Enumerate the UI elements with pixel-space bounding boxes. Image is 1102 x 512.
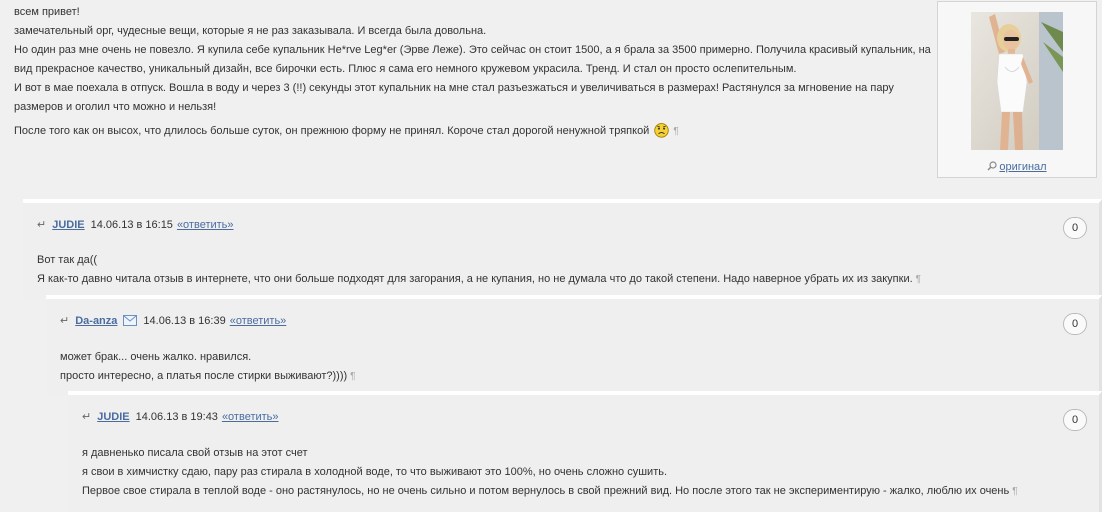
comment: ↵ Da-anza 14.06.13 в 16:39 «ответить» 0 мож… [46, 295, 1102, 395]
comment-line-last: просто интересно, а платья после стирки … [60, 367, 356, 386]
post-line: Но один раз мне очень не повезло. Я купи… [14, 44, 931, 56]
comment-line-text: Я как-то давно читала отзыв в интернете,… [37, 273, 913, 285]
comment-body: я давненько писала свой отзыв на этот сч… [82, 444, 1018, 501]
original-link[interactable]: оригинал [999, 161, 1046, 173]
post-line-last: После того как он высох, что длилось бол… [14, 121, 934, 141]
pilcrow-mark: ¶ [1012, 486, 1018, 497]
pilcrow-mark: ¶ [350, 371, 356, 382]
comment-line: Вот так да(( [37, 254, 98, 266]
comment-header: ↵ Da-anza 14.06.13 в 16:39 «ответить» [60, 314, 286, 327]
comment: ↵ JUDIE 14.06.13 в 16:15 «ответить» 0 Вот т… [23, 199, 1102, 299]
comment-line-text: Первое свое стирала в теплой воде - оно … [82, 485, 1010, 497]
comment-author[interactable]: Da-anza [75, 315, 117, 327]
comment-header: ↵ JUDIE 14.06.13 в 16:15 «ответить» [37, 218, 234, 231]
pilcrow-mark: ¶ [915, 274, 922, 285]
swimsuit-photo[interactable] [971, 12, 1063, 150]
post-line: замечательный орг, чудесные вещи, которы… [14, 25, 487, 37]
comment-date: 14.06.13 в 16:15 [90, 219, 173, 231]
comment: ↵ JUDIE 14.06.13 в 19:43 «ответить» 0 я дав… [68, 391, 1102, 512]
post-line: вид прекрасное качество, уникальный диза… [14, 63, 797, 75]
reply-button[interactable]: «ответить» [230, 315, 287, 327]
comment-rating[interactable]: 0 [1063, 313, 1087, 335]
comment-line: я свои в химчистку сдаю, пару раз стирал… [82, 466, 668, 478]
comment-line-last: Первое свое стирала в теплой воде - оно … [82, 482, 1018, 501]
magnifier-icon [987, 161, 998, 171]
reply-button[interactable]: «ответить» [222, 411, 279, 423]
comment-line-last: Я как-то давно читала отзыв в интернете,… [37, 270, 921, 289]
comment-rating[interactable]: 0 [1063, 409, 1087, 431]
post-greeting: всем привет! [14, 6, 80, 18]
reply-button[interactable]: «ответить» [177, 219, 234, 231]
page: всем привет! замечательный орг, чудесные… [0, 0, 1102, 512]
photo-box: оригинал [937, 1, 1097, 178]
comment-date: 14.06.13 в 16:39 [143, 315, 226, 327]
photo-image [971, 12, 1063, 150]
comment-body: может брак... очень жалко. нравился. про… [60, 348, 356, 386]
comment-line: может брак... очень жалко. нравился. [60, 351, 252, 363]
comment-author[interactable]: JUDIE [52, 219, 84, 231]
comment-author[interactable]: JUDIE [97, 411, 129, 423]
reply-arrow-icon: ↵ [37, 219, 47, 231]
post-body: всем привет! замечательный орг, чудесные… [14, 3, 934, 141]
reply-arrow-icon: ↵ [82, 411, 92, 423]
sad-smiley-icon [654, 123, 670, 138]
post-line: размеров и оголил что можно и нельзя! [14, 101, 217, 113]
comment-body: Вот так да(( Я как-то давно читала отзыв… [37, 251, 921, 289]
pilcrow-mark: ¶ [673, 126, 679, 137]
comment-rating[interactable]: 0 [1063, 217, 1087, 239]
comment-header: ↵ JUDIE 14.06.13 в 19:43 «ответить» [82, 410, 279, 423]
comment-line: я давненько писала свой отзыв на этот сч… [82, 447, 308, 459]
original-link-row: оригинал [938, 161, 1096, 173]
post-line: И вот в мае поехала в отпуск. Вошла в во… [14, 82, 894, 94]
comment-line-text: просто интересно, а платья после стирки … [60, 370, 348, 382]
mail-icon[interactable] [123, 315, 138, 326]
comment-date: 14.06.13 в 19:43 [135, 411, 218, 423]
reply-arrow-icon: ↵ [60, 315, 70, 327]
post-last-text: После того как он высох, что длилось бол… [14, 125, 650, 137]
